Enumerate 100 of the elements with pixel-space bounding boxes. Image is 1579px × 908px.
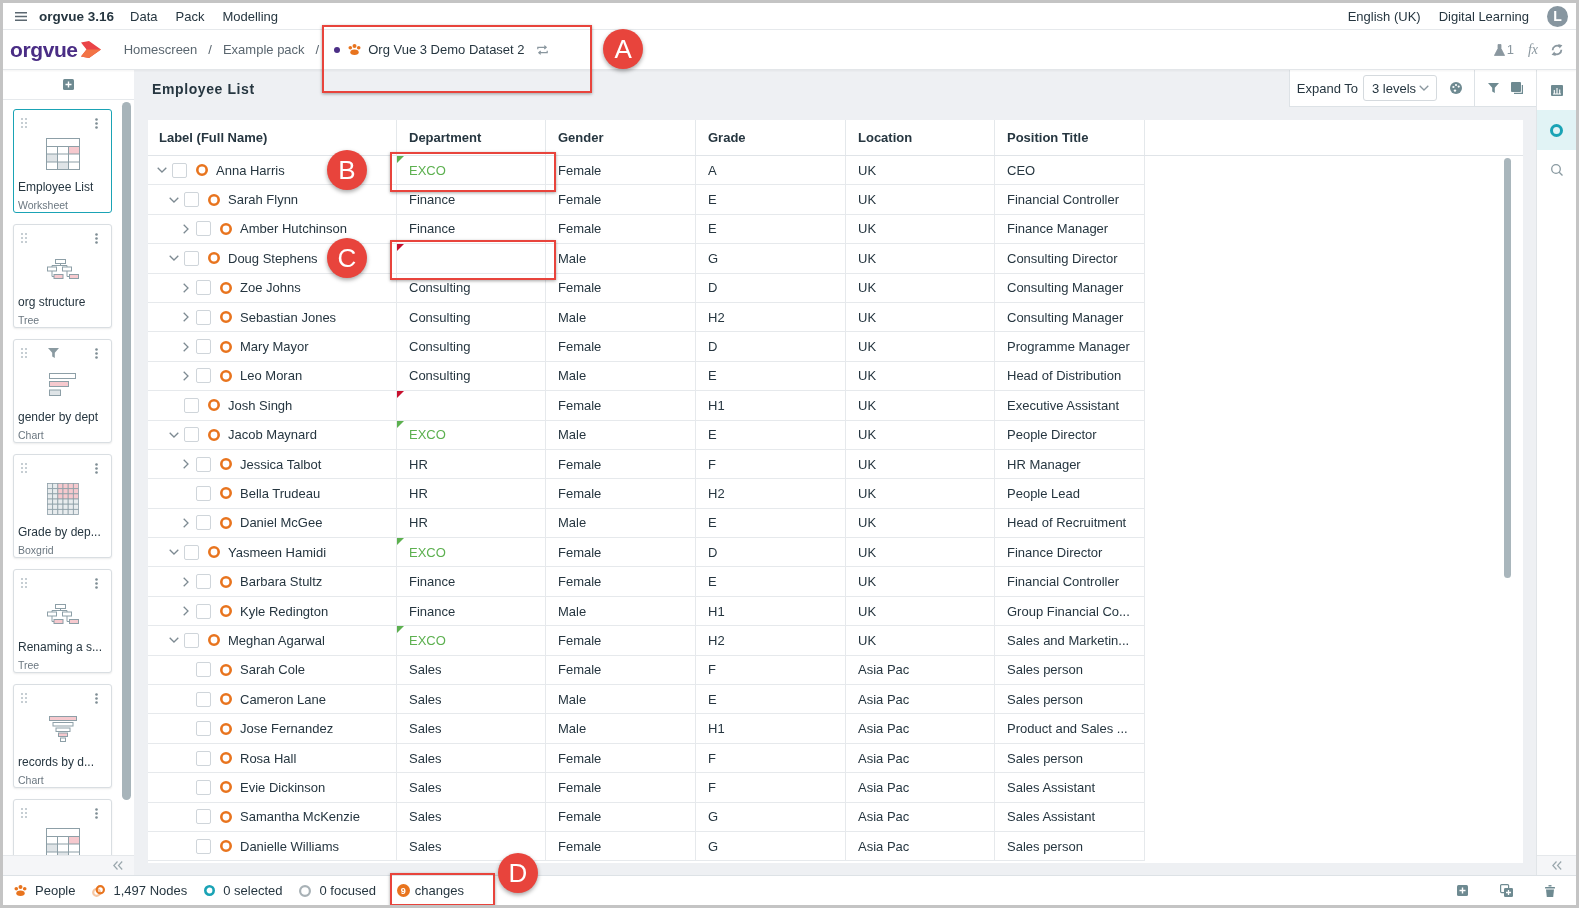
column-header[interactable]: Position Title xyxy=(995,120,1145,155)
menu-item[interactable]: Data xyxy=(130,8,158,24)
drag-handle-icon[interactable] xyxy=(21,578,27,588)
menu-item[interactable]: Pack xyxy=(175,8,205,24)
breadcrumb-link[interactable]: Example pack xyxy=(222,42,305,57)
view-card[interactable]: records by d... Chart xyxy=(13,684,112,788)
more-icon[interactable] xyxy=(95,692,98,704)
chevron-right-icon[interactable] xyxy=(183,223,189,234)
more-icon[interactable] xyxy=(95,117,98,129)
row-checkbox[interactable] xyxy=(196,368,211,384)
chevron-down-icon[interactable] xyxy=(169,431,179,438)
row-checkbox[interactable] xyxy=(196,486,211,501)
changes-label[interactable]: changes xyxy=(414,883,464,898)
drag-handle-icon[interactable] xyxy=(21,808,27,818)
row-checkbox[interactable] xyxy=(196,309,211,325)
menu-item[interactable]: Modelling xyxy=(222,8,279,24)
row-checkbox[interactable] xyxy=(196,691,211,707)
grade-text: E xyxy=(708,221,717,237)
location-text: UK xyxy=(858,368,877,384)
grade-text: D xyxy=(708,280,718,296)
row-checkbox[interactable] xyxy=(196,574,211,590)
sync-icon[interactable] xyxy=(536,44,548,55)
view-card[interactable]: org structure Tree xyxy=(13,224,112,328)
row-checkbox[interactable] xyxy=(184,632,199,648)
expand-level-select[interactable]: 3 levels xyxy=(1363,75,1437,101)
card-subtitle: Tree xyxy=(17,658,40,672)
user-menu[interactable]: Digital Learning xyxy=(1438,8,1529,24)
drag-handle-icon[interactable] xyxy=(21,348,27,358)
column-header[interactable]: Location xyxy=(846,120,995,155)
row-checkbox[interactable] xyxy=(184,250,199,266)
chevron-right-icon[interactable] xyxy=(183,517,189,528)
row-checkbox[interactable] xyxy=(196,280,211,296)
column-header[interactable]: Department xyxy=(397,120,546,155)
add-icon[interactable] xyxy=(1457,885,1468,896)
menu-icon[interactable] xyxy=(15,11,27,21)
location-text: UK xyxy=(858,486,877,501)
row-checkbox[interactable] xyxy=(196,721,211,737)
row-checkbox[interactable] xyxy=(172,162,187,178)
view-card[interactable]: Employee List Worksheet xyxy=(13,109,112,213)
chevron-right-icon[interactable] xyxy=(183,312,189,323)
chevron-right-icon[interactable] xyxy=(183,341,189,352)
drag-handle-icon[interactable] xyxy=(21,693,27,703)
chevron-down-icon[interactable] xyxy=(169,637,179,644)
row-checkbox[interactable] xyxy=(196,339,211,355)
node-ring-icon xyxy=(220,575,232,588)
node-ring-icon xyxy=(220,458,232,471)
add-icon[interactable] xyxy=(63,79,74,90)
row-checkbox[interactable] xyxy=(184,427,199,443)
chevron-down-icon[interactable] xyxy=(169,196,179,203)
row-checkbox[interactable] xyxy=(196,515,211,531)
view-card[interactable]: Renaming a s... Tree xyxy=(13,569,112,673)
filter-icon[interactable] xyxy=(1488,83,1499,93)
row-checkbox[interactable] xyxy=(196,662,211,678)
language-selector[interactable]: English (UK) xyxy=(1347,8,1421,24)
drag-handle-icon[interactable] xyxy=(21,463,27,473)
row-checkbox[interactable] xyxy=(196,809,211,825)
chevron-right-icon[interactable] xyxy=(183,459,189,470)
chevron-down-icon[interactable] xyxy=(169,255,179,262)
row-checkbox[interactable] xyxy=(196,221,211,237)
collapse-icon[interactable] xyxy=(1551,861,1562,870)
square-stack-icon[interactable] xyxy=(1511,82,1523,94)
scrollbar[interactable] xyxy=(1504,158,1511,578)
row-checkbox[interactable] xyxy=(196,603,211,619)
column-header[interactable]: Gender xyxy=(546,120,696,155)
flask-icon[interactable] xyxy=(1493,43,1505,56)
row-checkbox[interactable] xyxy=(196,779,211,795)
scrollbar[interactable] xyxy=(122,102,131,800)
drag-handle-icon[interactable] xyxy=(21,233,27,243)
view-card[interactable]: Grade by dep... Boxgrid xyxy=(13,454,112,558)
row-checkbox[interactable] xyxy=(184,397,199,413)
column-header[interactable]: Grade xyxy=(696,120,846,155)
more-icon[interactable] xyxy=(95,577,98,589)
card-subtitle: Worksheet xyxy=(17,198,68,212)
chevron-down-icon[interactable] xyxy=(157,167,167,174)
refresh-icon[interactable] xyxy=(1551,43,1563,56)
location-text: UK xyxy=(858,280,877,296)
chevron-right-icon[interactable] xyxy=(183,576,189,587)
copy-add-icon[interactable] xyxy=(1500,884,1513,897)
row-checkbox[interactable] xyxy=(184,544,199,560)
more-icon[interactable] xyxy=(95,232,98,244)
more-icon[interactable] xyxy=(95,462,98,474)
gender-text: Male xyxy=(558,691,587,707)
chevron-right-icon[interactable] xyxy=(183,282,189,293)
location-text: UK xyxy=(858,162,877,178)
app-logo[interactable]: orgvue xyxy=(10,39,101,60)
more-icon[interactable] xyxy=(95,347,98,359)
chevron-down-icon[interactable] xyxy=(169,549,179,556)
more-icon[interactable] xyxy=(95,807,98,819)
row-checkbox[interactable] xyxy=(196,838,211,854)
chevron-right-icon[interactable] xyxy=(183,370,189,381)
collapse-icon[interactable] xyxy=(113,861,123,870)
row-checkbox[interactable] xyxy=(184,192,199,208)
drag-handle-icon[interactable] xyxy=(21,118,27,128)
view-card[interactable]: gender by dept Chart xyxy=(13,339,112,443)
row-checkbox[interactable] xyxy=(196,456,211,472)
breadcrumb-link[interactable]: Homescreen xyxy=(123,42,198,57)
trash-icon[interactable] xyxy=(1545,884,1555,897)
palette-icon[interactable] xyxy=(1450,82,1462,94)
row-checkbox[interactable] xyxy=(196,750,211,766)
chevron-right-icon[interactable] xyxy=(183,606,189,617)
